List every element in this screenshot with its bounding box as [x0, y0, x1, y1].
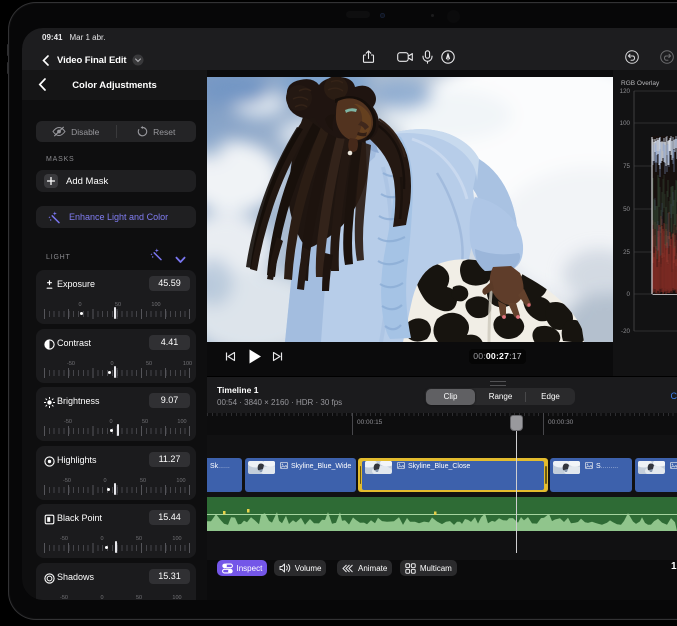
svg-text:75: 75: [623, 163, 630, 170]
svg-text:0: 0: [627, 291, 631, 298]
svg-text:RGB Overlay: RGB Overlay: [621, 80, 660, 87]
svg-text:50: 50: [623, 206, 630, 213]
svg-text:-20: -20: [621, 328, 631, 335]
svg-text:120: 120: [620, 88, 631, 95]
svg-text:100: 100: [620, 120, 631, 127]
svg-text:25: 25: [623, 249, 630, 256]
